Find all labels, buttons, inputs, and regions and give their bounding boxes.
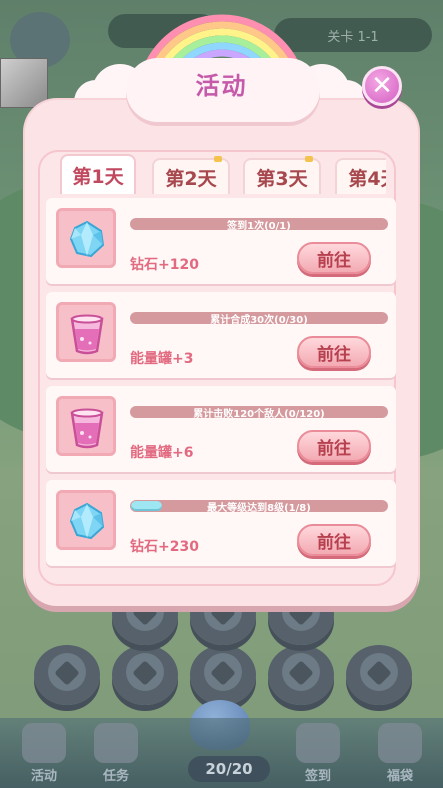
tab-notice-dot xyxy=(214,156,222,162)
task-icon xyxy=(94,723,138,763)
nav-activity-label: 活动 xyxy=(30,769,57,784)
progress-text: 签到1次(0/1) xyxy=(227,221,291,232)
reward-icon-frame xyxy=(56,396,116,456)
tab-label: 第4天 xyxy=(348,167,386,190)
tab-label: 第1天 xyxy=(72,165,124,188)
energy-counter-value: 20/20 xyxy=(205,760,253,778)
progress-bar: 最大等级达到8级(1/8) xyxy=(130,500,388,514)
go-button-label: 前往 xyxy=(317,250,351,271)
tab-day-2[interactable]: 第2天 xyxy=(152,156,230,194)
go-button[interactable]: 前往 xyxy=(297,524,371,556)
bag-icon xyxy=(378,723,422,763)
grid-slot xyxy=(190,645,256,705)
reward-text: 能量罐+3 xyxy=(130,351,194,367)
tab-label: 第3天 xyxy=(256,167,308,190)
tab-label: 第2天 xyxy=(165,167,217,190)
nav-task-button[interactable]: 任务 xyxy=(86,723,146,784)
nav-bag-button[interactable]: 福袋 xyxy=(370,723,430,784)
progress-bar: 累计击败120个敌人(0/120) xyxy=(130,406,388,420)
tab-notice-dot xyxy=(305,156,313,162)
grid-slot xyxy=(112,645,178,705)
energy-cup-icon xyxy=(70,408,104,449)
tab-day-3[interactable]: 第3天 xyxy=(243,156,321,194)
go-button[interactable]: 前往 xyxy=(297,336,371,368)
go-button[interactable]: 前往 xyxy=(297,430,371,462)
nav-checkin-button[interactable]: 签到 xyxy=(288,723,348,784)
task-row: 累计击败120个敌人(0/120) 能量罐+6 前往 xyxy=(46,386,396,472)
progress-bar: 累计合成30次(0/30) xyxy=(130,312,388,326)
progress-text: 累计击败120个敌人(0/120) xyxy=(193,409,325,420)
energy-counter: 20/20 xyxy=(188,756,270,782)
reward-icon-frame xyxy=(56,302,116,362)
progress-text: 最大等级达到8级(1/8) xyxy=(207,503,311,514)
tab-day-4[interactable]: 第4天 xyxy=(335,158,386,194)
task-row: 累计合成30次(0/30) 能量罐+3 前往 xyxy=(46,292,396,378)
checkin-icon xyxy=(296,723,340,763)
go-button[interactable]: 前往 xyxy=(297,242,371,274)
grid-slot xyxy=(34,645,100,705)
progress-bar: 签到1次(0/1) xyxy=(130,218,388,232)
close-icon: ✕ xyxy=(371,71,393,101)
diamond-icon xyxy=(69,502,105,540)
task-row: 签到1次(0/1) 钻石+120 前往 xyxy=(46,198,396,284)
grid-slot xyxy=(346,645,412,705)
reward-text: 钻石+120 xyxy=(130,257,199,273)
reward-icon-frame xyxy=(56,208,116,268)
task-row: 最大等级达到8级(1/8) 钻石+230 前往 xyxy=(46,480,396,566)
nav-bag-label: 福袋 xyxy=(386,769,413,784)
diamond-icon xyxy=(69,220,105,258)
reward-text: 钻石+230 xyxy=(130,539,199,555)
nav-activity-button[interactable]: 活动 xyxy=(14,723,74,784)
progress-text: 累计合成30次(0/30) xyxy=(210,315,308,326)
day-tabs: 第1天 第2天 第3天 第4天 xyxy=(38,150,386,196)
go-button-label: 前往 xyxy=(317,438,351,459)
go-button-label: 前往 xyxy=(317,344,351,365)
close-button[interactable]: ✕ xyxy=(362,66,402,106)
grid-slot xyxy=(268,645,334,705)
activity-icon xyxy=(22,723,66,763)
go-button-label: 前往 xyxy=(317,532,351,553)
energy-cup-icon xyxy=(70,314,104,355)
reward-text: 能量罐+6 xyxy=(130,445,194,461)
nav-checkin-label: 签到 xyxy=(304,769,331,784)
nav-task-label: 任务 xyxy=(102,769,129,784)
reward-icon-frame xyxy=(56,490,116,550)
tab-day-1[interactable]: 第1天 xyxy=(60,154,136,194)
